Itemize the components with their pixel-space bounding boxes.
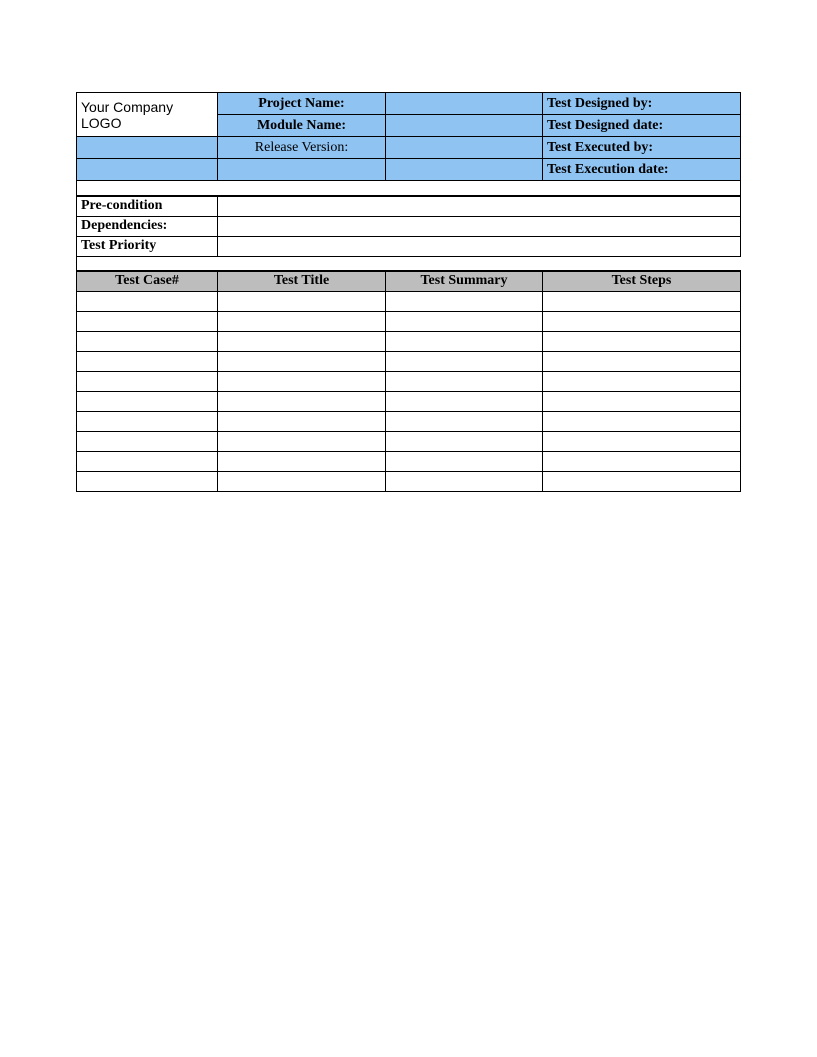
table-cell xyxy=(543,291,741,311)
header-row-3: Release Version: Test Executed by: xyxy=(77,137,741,159)
table-cell xyxy=(77,351,218,371)
table-cell xyxy=(543,391,741,411)
table-cell xyxy=(386,371,543,391)
table-cell xyxy=(386,351,543,371)
table-row xyxy=(77,391,741,411)
company-logo-cell: Your Company LOGO xyxy=(77,93,218,137)
table-cell xyxy=(386,431,543,451)
header-blank-1 xyxy=(77,137,218,159)
table-row xyxy=(77,471,741,491)
priority-value xyxy=(218,236,741,256)
table-row xyxy=(77,371,741,391)
dependencies-row: Dependencies: xyxy=(77,216,741,236)
table-cell xyxy=(543,371,741,391)
table-cell xyxy=(218,291,386,311)
table-cell xyxy=(218,431,386,451)
priority-label: Test Priority xyxy=(77,236,218,256)
table-cell xyxy=(386,291,543,311)
test-cases-table: Test Case# Test Title Test Summary Test … xyxy=(76,271,741,492)
release-version-value xyxy=(386,137,543,159)
precondition-label: Pre-condition xyxy=(77,196,218,216)
header-blank-3 xyxy=(218,159,386,181)
table-cell xyxy=(386,471,543,491)
designed-by-label: Test Designed by: xyxy=(543,93,741,115)
spacer-2 xyxy=(77,256,741,270)
table-cell xyxy=(77,291,218,311)
table-cell xyxy=(543,351,741,371)
table-cell xyxy=(386,311,543,331)
table-row xyxy=(77,311,741,331)
table-row xyxy=(77,351,741,371)
table-cell xyxy=(543,431,741,451)
table-cell xyxy=(77,471,218,491)
meta-table: Pre-condition Dependencies: Test Priorit… xyxy=(76,196,741,271)
table-cell xyxy=(77,411,218,431)
header-row-4: Test Execution date: xyxy=(77,159,741,181)
col-test-case-number: Test Case# xyxy=(77,271,218,291)
table-cell xyxy=(77,451,218,471)
table-cell xyxy=(218,371,386,391)
header-blank-2 xyxy=(77,159,218,181)
module-name-label: Module Name: xyxy=(218,115,386,137)
dependencies-value xyxy=(218,216,741,236)
execution-date-label: Test Execution date: xyxy=(543,159,741,181)
table-row xyxy=(77,411,741,431)
table-cell xyxy=(386,331,543,351)
table-cell xyxy=(386,411,543,431)
table-cell xyxy=(77,331,218,351)
table-cell xyxy=(77,391,218,411)
col-test-summary: Test Summary xyxy=(386,271,543,291)
spacer-1 xyxy=(76,181,741,196)
table-cell xyxy=(218,331,386,351)
precondition-row: Pre-condition xyxy=(77,196,741,216)
table-cell xyxy=(77,371,218,391)
table-cell xyxy=(218,411,386,431)
table-cell xyxy=(543,411,741,431)
designed-date-label: Test Designed date: xyxy=(543,115,741,137)
module-name-value xyxy=(386,115,543,137)
table-cell xyxy=(218,311,386,331)
release-version-label: Release Version: xyxy=(218,137,386,159)
col-test-steps: Test Steps xyxy=(543,271,741,291)
table-cell xyxy=(218,471,386,491)
table-cell xyxy=(543,451,741,471)
table-cell xyxy=(386,451,543,471)
dependencies-label: Dependencies: xyxy=(77,216,218,236)
table-row xyxy=(77,291,741,311)
table-row xyxy=(77,331,741,351)
precondition-value xyxy=(218,196,741,216)
header-blank-4 xyxy=(386,159,543,181)
project-name-value xyxy=(386,93,543,115)
executed-by-label: Test Executed by: xyxy=(543,137,741,159)
table-cell xyxy=(77,431,218,451)
table-cell xyxy=(386,391,543,411)
table-cell xyxy=(218,391,386,411)
table-row xyxy=(77,431,741,451)
grid-header-row: Test Case# Test Title Test Summary Test … xyxy=(77,271,741,291)
table-cell xyxy=(77,311,218,331)
table-cell xyxy=(543,331,741,351)
table-row xyxy=(77,451,741,471)
test-case-template-page: { "header":{ "logo_text":"Your Company L… xyxy=(0,0,817,1057)
header-table: Your Company LOGO Project Name: Test Des… xyxy=(76,92,741,181)
table-cell xyxy=(218,351,386,371)
table-cell xyxy=(543,311,741,331)
priority-row: Test Priority xyxy=(77,236,741,256)
table-cell xyxy=(543,471,741,491)
header-row-1: Your Company LOGO Project Name: Test Des… xyxy=(77,93,741,115)
project-name-label: Project Name: xyxy=(218,93,386,115)
table-cell xyxy=(218,451,386,471)
col-test-title: Test Title xyxy=(218,271,386,291)
